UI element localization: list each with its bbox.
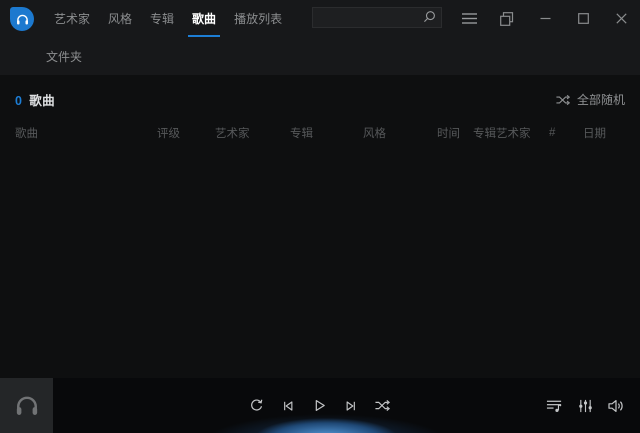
tab-albums[interactable]: 专辑	[141, 0, 183, 37]
search-box[interactable]	[312, 7, 442, 28]
shuffle-button[interactable]	[375, 399, 391, 412]
previous-icon	[281, 399, 295, 413]
headphones-icon	[15, 13, 30, 26]
transport-controls	[249, 378, 391, 433]
previous-button[interactable]	[281, 399, 295, 413]
tab-genres[interactable]: 风格	[99, 0, 141, 37]
column-header-artist[interactable]: 艺术家	[215, 125, 290, 141]
equalizer-icon	[578, 399, 593, 413]
menu-button[interactable]	[450, 0, 488, 37]
search-icon	[422, 10, 437, 25]
volume-button[interactable]	[608, 399, 625, 413]
songs-page: 0 歌曲 全部随机 歌曲 评级 艺术家 专辑 风格 时间 专辑艺术家 # 日期	[0, 75, 640, 378]
secondary-tabs: 文件夹	[0, 37, 640, 75]
shuffle-all-button[interactable]: 全部随机	[556, 91, 625, 108]
songs-count-number: 0	[15, 94, 22, 108]
close-icon	[616, 13, 627, 24]
close-button[interactable]	[602, 0, 640, 37]
column-header-track-number[interactable]: #	[549, 127, 583, 139]
volume-icon	[608, 399, 625, 413]
tab-playlists[interactable]: 播放列表	[225, 0, 291, 37]
column-header-song[interactable]: 歌曲	[15, 125, 157, 141]
dopamine-window: 艺术家 风格 专辑 歌曲 播放列表	[0, 0, 640, 433]
column-header-genre[interactable]: 风格	[363, 125, 437, 141]
play-icon	[312, 398, 327, 413]
minimize-button[interactable]	[526, 0, 564, 37]
shuffle-icon	[375, 399, 391, 412]
top-chrome: 艺术家 风格 专辑 歌曲 播放列表	[0, 0, 640, 75]
songs-list-empty	[0, 207, 640, 378]
equalizer-button[interactable]	[578, 399, 593, 413]
window-buttons	[450, 0, 640, 37]
maximize-button[interactable]	[564, 0, 602, 37]
repeat-button[interactable]	[249, 398, 264, 413]
next-icon	[344, 399, 358, 413]
shuffle-all-label: 全部随机	[577, 91, 625, 108]
column-header-time[interactable]: 时间	[437, 125, 473, 141]
songs-count: 0 歌曲	[15, 90, 55, 109]
mini-player-button[interactable]	[488, 0, 526, 37]
songs-table-header: 歌曲 评级 艺术家 专辑 风格 时间 专辑艺术家 # 日期	[0, 125, 640, 141]
songs-page-header: 0 歌曲 全部随机	[0, 75, 640, 109]
hamburger-icon	[462, 13, 477, 24]
column-header-date[interactable]: 日期	[583, 125, 640, 141]
player-bar	[0, 378, 640, 433]
app-logo-icon	[10, 7, 34, 31]
tab-folders[interactable]: 文件夹	[46, 48, 90, 65]
songs-count-label: 歌曲	[29, 94, 55, 108]
now-playing-artwork[interactable]	[0, 378, 53, 433]
playlist-queue-icon	[546, 399, 563, 413]
column-header-rating[interactable]: 评级	[157, 125, 215, 141]
player-right-controls	[546, 378, 625, 433]
tab-songs[interactable]: 歌曲	[183, 0, 225, 37]
main-tabs: 艺术家 风格 专辑 歌曲 播放列表	[45, 0, 291, 37]
headphones-icon	[13, 393, 41, 418]
play-button[interactable]	[312, 398, 327, 413]
maximize-icon	[578, 13, 589, 24]
repeat-icon	[249, 398, 264, 413]
overlapping-windows-icon	[500, 12, 514, 26]
minimize-icon	[540, 13, 551, 24]
tab-artists[interactable]: 艺术家	[45, 0, 99, 37]
column-header-album[interactable]: 专辑	[290, 125, 363, 141]
titlebar: 艺术家 风格 专辑 歌曲 播放列表	[0, 0, 640, 37]
next-button[interactable]	[344, 399, 358, 413]
shuffle-icon	[556, 94, 571, 106]
column-header-album-artist[interactable]: 专辑艺术家	[473, 125, 549, 141]
search-input[interactable]	[319, 12, 422, 24]
playlist-queue-button[interactable]	[546, 399, 563, 413]
